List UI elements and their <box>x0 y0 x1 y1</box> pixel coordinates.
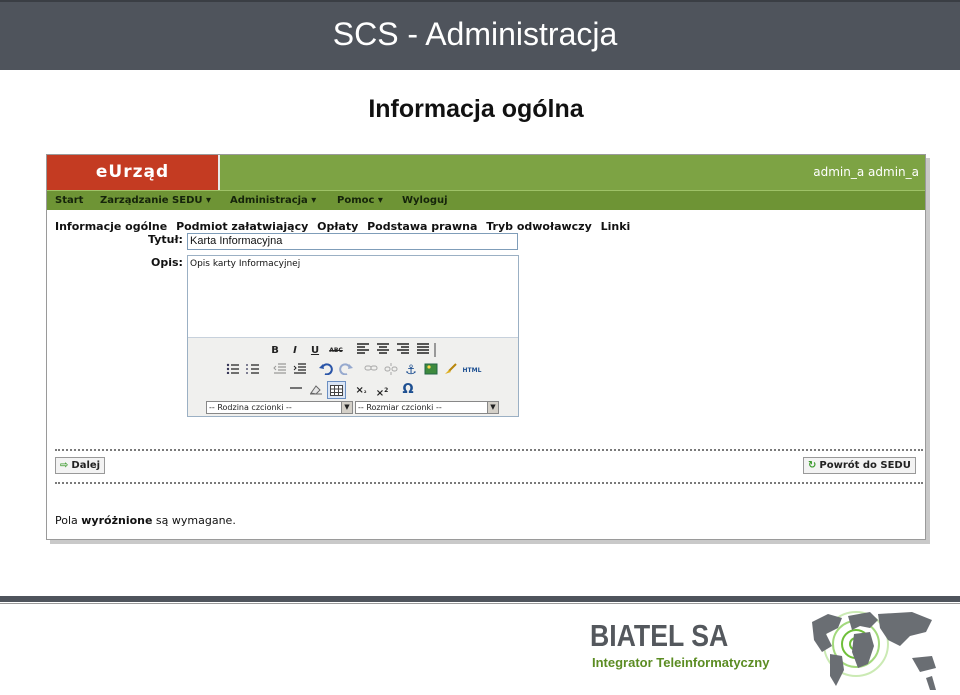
return-icon: ↻ <box>808 460 817 471</box>
html-source-button[interactable]: HTML <box>462 363 482 378</box>
chevron-down-icon: ▼ <box>487 402 498 413</box>
remove-format-icon[interactable] <box>308 383 324 398</box>
font-family-select[interactable]: -- Rodzina czcionki -- ▼ <box>206 401 353 414</box>
bullet-list-icon[interactable] <box>225 363 241 378</box>
footer-line <box>0 603 960 604</box>
toolbar-divider <box>434 343 436 357</box>
menu-item-pomoc[interactable]: Pomoc ▾ <box>337 191 383 211</box>
tab-informacje-ogolne[interactable]: Informacje ogólne <box>55 220 167 233</box>
current-user: admin_a admin_a <box>813 165 919 179</box>
chevron-down-icon: ▼ <box>341 402 352 413</box>
footer-bar <box>0 596 960 602</box>
tab-linki[interactable]: Linki <box>601 220 631 233</box>
subscript-button[interactable]: ×₂ <box>353 383 369 398</box>
image-icon[interactable] <box>423 363 439 378</box>
arrow-right-icon: ⇨ <box>60 460 69 471</box>
align-center-icon[interactable] <box>375 343 391 358</box>
back-button-label: Powrót do SEDU <box>819 460 911 471</box>
title-label: Tytuł: <box>148 233 183 246</box>
divider <box>55 449 923 451</box>
align-justify-icon[interactable] <box>415 343 431 358</box>
next-button-label: Dalej <box>71 460 101 471</box>
slide-subtitle: Informacja ogólna <box>368 95 584 123</box>
app-screenshot: eUrząd admin_a admin_a Start Zarządzanie… <box>46 154 926 540</box>
description-textarea[interactable]: Opis karty Informacyjnej <box>188 256 518 338</box>
main-menu: Start Zarządzanie SEDU ▾ Administracja ▾… <box>47 190 925 210</box>
superscript-button[interactable]: ×2 <box>374 383 390 399</box>
description-label: Opis: <box>151 256 183 269</box>
strikethrough-button[interactable]: ABC <box>327 343 345 358</box>
app-logo: eUrząd <box>47 155 220 190</box>
bold-button[interactable]: B <box>269 343 281 358</box>
redo-icon[interactable] <box>338 363 354 378</box>
back-to-sedu-button[interactable]: ↻ Powrót do SEDU <box>803 457 916 474</box>
divider <box>55 482 923 484</box>
tab-podstawa-prawna[interactable]: Podstawa prawna <box>367 220 477 233</box>
tab-tryb-odwolawczy[interactable]: Tryb odwoławczy <box>486 220 592 233</box>
note-text: są wymagane. <box>152 514 236 527</box>
anchor-icon[interactable]: ⚓ <box>403 363 419 378</box>
menu-item-start[interactable]: Start <box>55 191 83 211</box>
next-button[interactable]: ⇨ Dalej <box>55 457 106 474</box>
table-icon[interactable] <box>327 381 346 399</box>
tab-podmiot[interactable]: Podmiot załatwiający <box>176 220 308 233</box>
company-logo: BIATEL SA Integrator Teleinformatyczny <box>590 618 769 670</box>
note-bold: wyróżnione <box>81 514 153 527</box>
menu-item-administracja[interactable]: Administracja ▾ <box>230 191 316 211</box>
company-tagline: Integrator Teleinformatyczny <box>592 655 770 670</box>
note-text: Pola <box>55 514 82 527</box>
align-right-icon[interactable] <box>395 343 411 358</box>
title-input[interactable]: Karta Informacyjna <box>187 233 518 250</box>
numbered-list-icon[interactable] <box>245 363 261 378</box>
cleanup-icon[interactable] <box>443 363 459 378</box>
underline-button[interactable]: U <box>309 343 321 358</box>
slide-title: SCS - Administracja <box>332 16 618 52</box>
slide-header: SCS - Administracja <box>0 0 960 70</box>
font-size-value: -- Rozmiar czcionki -- <box>358 403 442 412</box>
indent-icon[interactable] <box>292 363 308 378</box>
menu-item-wyloguj[interactable]: Wyloguj <box>402 191 448 211</box>
undo-icon[interactable] <box>318 363 334 378</box>
company-name: BIATEL SA <box>590 618 729 653</box>
italic-button[interactable]: I <box>289 343 301 358</box>
required-fields-note: Pola wyróżnione są wymagane. <box>55 514 236 527</box>
special-char-icon[interactable]: Ω <box>400 382 416 397</box>
outdent-icon[interactable] <box>272 363 288 378</box>
menu-item-zarzadzanie[interactable]: Zarządzanie SEDU ▾ <box>100 191 211 211</box>
tab-oplaty[interactable]: Opłaty <box>317 220 358 233</box>
font-size-select[interactable]: -- Rozmiar czcionki -- ▼ <box>355 401 499 414</box>
unlink-icon[interactable] <box>383 363 399 378</box>
horizontal-rule-icon[interactable] <box>288 383 304 398</box>
font-family-value: -- Rodzina czcionki -- <box>209 403 292 412</box>
tab-bar: Informacje ogólne Podmiot załatwiający O… <box>55 220 635 233</box>
rich-text-editor: Opis karty Informacyjnej B I U ABC ⚓ HTM… <box>187 255 519 417</box>
world-map-icon <box>812 611 936 690</box>
link-icon[interactable] <box>363 363 379 378</box>
align-left-icon[interactable] <box>355 343 371 358</box>
editor-toolbar: B I U ABC ⚓ HTML ×₂ ×2 Ω -- Rodzina czci… <box>188 338 518 416</box>
